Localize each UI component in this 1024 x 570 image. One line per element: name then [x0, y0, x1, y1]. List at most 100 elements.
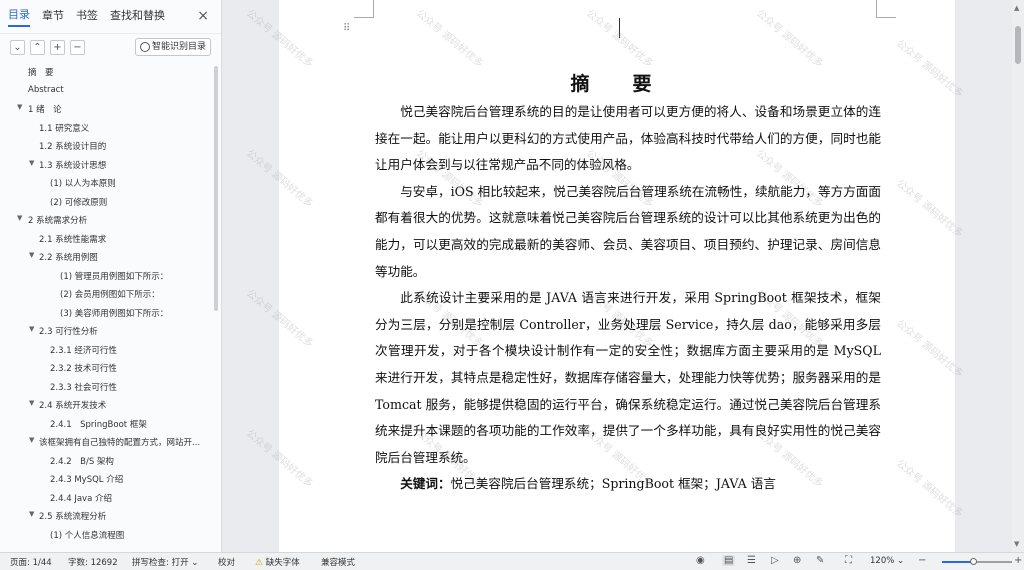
zoom-label: 120%	[870, 556, 895, 566]
watermark-text: 公众号 源码好优多	[893, 178, 965, 240]
toc-item-label: 2.3 可行性分析	[39, 327, 98, 337]
expand-caret-icon[interactable]: ▼	[29, 159, 34, 167]
smart-toc-button[interactable]: 智能识别目录	[134, 38, 211, 56]
toc-item[interactable]: 2.1 系统性能需求	[0, 230, 212, 249]
toc-item-label: (1) 管理员用例图如下所示：	[60, 271, 169, 282]
tab-toc[interactable]: 目录	[8, 6, 30, 27]
toc-item[interactable]: 1.2 系统设计目的	[0, 137, 212, 156]
watermark-text: 公众号 源码好优多	[753, 8, 825, 70]
toc-item[interactable]: ▼ 2.2 系统用例图	[0, 248, 212, 267]
document-area: ⠿ 公众号 源码好优多 公众号 源码好优多 公众号 源码好优多 公众号 源码好优多 公众…	[222, 0, 1024, 552]
scroll-thumb[interactable]	[1015, 26, 1021, 64]
proofread-button[interactable]: 校对	[218, 556, 235, 568]
tab-find-replace[interactable]: 查找和替换	[110, 7, 165, 26]
add-level-icon[interactable]: +	[50, 39, 65, 55]
watermark-text: 公众号 源码好优多	[243, 288, 315, 350]
toc-item[interactable]: ▼ 1 绪 论	[0, 100, 212, 119]
status-bar: 页面: 1/44 字数: 12692 拼写检查: 打开 ⌄ 校对 ⚠ 缺失字体 …	[0, 552, 1024, 570]
toc-item[interactable]: 1.1 研究意义	[0, 119, 212, 138]
zoom-level[interactable]: 120% ⌄	[870, 556, 904, 566]
toc-item[interactable]: (1) 个人信息流程图	[0, 526, 212, 545]
watermark-text: 公众号 源码好优多	[413, 8, 485, 70]
page-corner-mark-left	[354, 0, 374, 18]
scroll-down-icon[interactable]: ▼	[1014, 540, 1019, 548]
fit-page-icon[interactable]: ⛶	[845, 555, 852, 566]
toc-item-label: 2.4 系统开发技术	[39, 401, 107, 411]
tab-chapters[interactable]: 章节	[42, 7, 64, 26]
toc-item-label: 2.4.2 B/S 架构	[50, 456, 114, 467]
expand-caret-icon[interactable]: ▼	[29, 436, 34, 444]
toc-item[interactable]: 2.3.1 经济可行性	[0, 341, 212, 360]
scroll-up-icon[interactable]: ▲	[1014, 4, 1019, 12]
toc-item-label: (1) 以人为本原则	[50, 179, 116, 189]
toc-item-label: 1 绪 论	[28, 105, 62, 115]
spellcheck-label: 拼写检查: 打开	[132, 558, 189, 568]
watermark-text: 公众号 源码好优多	[243, 148, 315, 210]
toc-item[interactable]: ▼ 1.3 系统设计思想	[0, 156, 212, 175]
watermark-text: 公众号 源码好优多	[243, 428, 315, 490]
expand-caret-icon[interactable]: ▼	[17, 103, 22, 111]
expand-caret-icon[interactable]: ▼	[29, 399, 34, 407]
play-icon[interactable]: ▷	[771, 555, 779, 566]
spellcheck-toggle[interactable]: 拼写检查: 打开 ⌄	[132, 556, 198, 568]
vertical-scrollbar[interactable]: ▲ ▼	[1012, 0, 1024, 552]
zoom-in-icon[interactable]: +	[1014, 555, 1022, 566]
collapse-up-icon[interactable]: ⌃	[30, 39, 45, 55]
expand-caret-icon[interactable]: ▼	[29, 325, 34, 333]
paragraph-1: 悦己美容院后台管理系统的目的是让使用者可以更方便的将人、设备和场景更立体的连接在…	[375, 104, 881, 173]
toc-item[interactable]: 2.3.3 社会可行性	[0, 378, 212, 397]
toc-item[interactable]: 2.3.2 技术可行性	[0, 359, 212, 378]
pen-icon[interactable]: ✎	[816, 555, 824, 566]
toc-item[interactable]: 2.4.3 MySQL 介绍	[0, 470, 212, 489]
toc-item[interactable]: ▼ 2.3 可行性分析	[0, 322, 212, 341]
toc-item-label: (2) 可修改原则	[50, 197, 108, 208]
expand-caret-icon[interactable]: ▼	[17, 214, 22, 222]
web-view-icon[interactable]: ⊕	[793, 555, 801, 566]
zoom-slider[interactable]	[942, 558, 1012, 565]
collapse-down-icon[interactable]: ⌄	[10, 39, 25, 55]
toc-item[interactable]: (2) 可修改原则	[0, 193, 212, 212]
toc-item[interactable]: 2.4.1 SpringBoot 框架	[0, 415, 212, 434]
toc-item-label: 1.1 研究意义	[39, 123, 90, 134]
drag-handle-icon[interactable]: ⠿	[343, 23, 350, 34]
toc-item-label: 2.4.3 MySQL 介绍	[50, 475, 124, 485]
toc-item[interactable]: (2) 会员用例图如下所示：	[0, 285, 212, 304]
word-count[interactable]: 字数: 12692	[68, 556, 118, 568]
abstract-body: 悦己美容院后台管理系统的目的是让使用者可以更方便的将人、设备和场景更立体的连接在…	[375, 99, 881, 498]
missing-font-button[interactable]: ⚠ 缺失字体	[255, 556, 300, 568]
remove-level-icon[interactable]: −	[70, 39, 85, 55]
zoom-slider-knob[interactable]	[969, 558, 977, 565]
expand-caret-icon[interactable]: ▼	[29, 510, 34, 518]
toc-item[interactable]: 2.4.4 Java 介绍	[0, 489, 212, 508]
toc-item[interactable]: ▼ 该框架拥有自己独特的配置方式，网站开...	[0, 433, 212, 452]
navigation-pane: 目录 章节 书签 查找和替换 × ⌄ ⌃ + − 智能识别目录 摘 要 Abstr…	[0, 0, 222, 552]
nav-scrollbar[interactable]	[214, 66, 218, 311]
keywords-label: 关键词：	[400, 476, 451, 492]
close-icon[interactable]: ×	[197, 8, 209, 24]
toc-item[interactable]: ▼ 2.5 系统流程分析	[0, 507, 212, 526]
nav-tabs: 目录 章节 书签 查找和替换	[0, 0, 221, 34]
smart-toc-label: 智能识别目录	[151, 42, 206, 52]
expand-caret-icon[interactable]: ▼	[29, 251, 34, 259]
page-view-icon[interactable]: ▤	[722, 555, 736, 566]
zoom-out-icon[interactable]: −	[918, 555, 926, 566]
eye-protect-icon[interactable]: ◉	[696, 555, 705, 566]
toc-item[interactable]: ▼ 2.4 系统开发技术	[0, 396, 212, 415]
page-indicator[interactable]: 页面: 1/44	[10, 556, 52, 568]
toc-item[interactable]: (3) 美容师用例图如下所示：	[0, 304, 212, 323]
document-page[interactable]: ⠿ 公众号 源码好优多 公众号 源码好优多 公众号 源码好优多 公众号 源码好优多 公众…	[244, 0, 965, 552]
toc-item[interactable]: (1) 管理员用例图如下所示：	[0, 267, 212, 286]
toc-item[interactable]: Abstract	[0, 82, 212, 101]
toc-item[interactable]: 摘 要	[0, 63, 212, 82]
toc-item[interactable]: (1) 以人为本原则	[0, 174, 212, 193]
paragraph-3: 此系统设计主要采用的是 JAVA 语言来进行开发，采用 SpringBoot 框…	[375, 290, 881, 465]
toc-item[interactable]: ▼ 2 系统需求分析	[0, 211, 212, 230]
warning-icon: ⚠	[255, 558, 264, 568]
toc-item-label: 2 系统需求分析	[28, 216, 88, 226]
outline-view-icon[interactable]: ☰	[747, 555, 756, 566]
smart-recognize-icon	[139, 42, 150, 52]
toc-item[interactable]: 2.4.2 B/S 架构	[0, 452, 212, 471]
page-title: 摘 要	[570, 73, 664, 95]
tab-bookmarks[interactable]: 书签	[76, 7, 98, 26]
toc-item-label: 2.1 系统性能需求	[39, 234, 107, 245]
